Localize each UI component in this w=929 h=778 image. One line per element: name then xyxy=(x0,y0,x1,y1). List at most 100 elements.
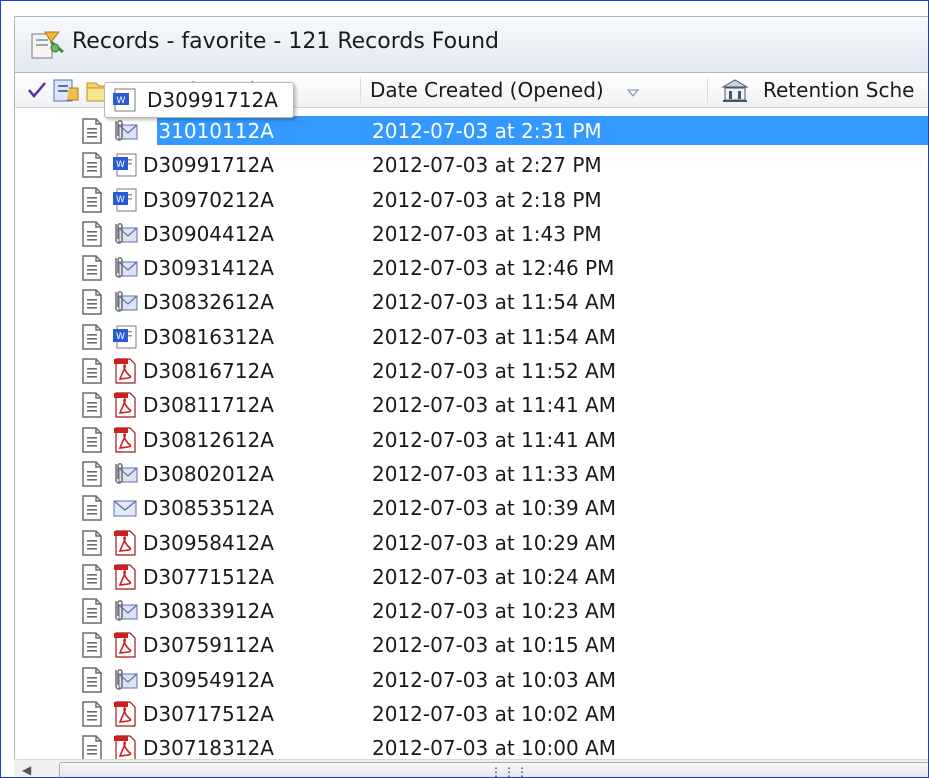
record-number-cell: D30812612A xyxy=(143,427,274,452)
pdf-icon xyxy=(114,529,136,556)
column-separator[interactable] xyxy=(360,77,361,103)
record-document-icon xyxy=(82,324,102,350)
record-number-cell: D30832612A xyxy=(143,290,274,315)
table-row[interactable]: D30853512A 2012-07-03 at 10:39 AM xyxy=(15,492,928,526)
record-document-icon xyxy=(82,667,102,693)
tooltip-text: D30991712A xyxy=(147,88,278,112)
table-row[interactable]: D30802012A 2012-07-03 at 11:33 AM xyxy=(15,458,928,492)
column-separator[interactable] xyxy=(707,77,708,103)
date-created-cell: 2012-07-03 at 11:41 AM xyxy=(372,393,616,418)
email-attachment-icon xyxy=(115,257,138,278)
record-number-cell: D31010112A xyxy=(143,119,274,143)
window-title: Records - favorite - 121 Records Found xyxy=(72,29,499,54)
pdf-icon xyxy=(114,427,136,453)
email-icon xyxy=(113,500,137,517)
table-row[interactable]: D30816712A 2012-07-03 at 11:52 AM xyxy=(15,355,928,389)
table-row[interactable]: D30771512A 2012-07-03 at 10:24 AM xyxy=(15,561,928,595)
table-row[interactable]: D30811712A 2012-07-03 at 11:41 AM xyxy=(15,389,928,423)
record-number-cell: D30853512A xyxy=(143,496,274,521)
scrollbar-grip-icon: ⋮⋮⋮ xyxy=(490,765,529,778)
date-created-cell: 2012-07-03 at 2:18 PM xyxy=(372,187,602,212)
date-created-cell: 2012-07-03 at 12:46 PM xyxy=(372,256,615,281)
pdf-icon xyxy=(114,564,136,590)
column-header-retention-schedule[interactable]: Retention Sche xyxy=(763,73,914,107)
email-attachment-icon xyxy=(115,668,138,690)
pdf-icon xyxy=(114,392,136,418)
record-document-icon xyxy=(82,358,102,384)
date-created-cell: 2012-07-03 at 11:54 AM xyxy=(372,324,616,349)
date-created-cell: 2012-07-03 at 11:41 AM xyxy=(372,427,616,452)
table-row[interactable]: W D30970212A 2012-07-03 at 2:18 PM xyxy=(15,184,928,218)
table-row[interactable]: D30717512A 2012-07-03 at 10:02 AM xyxy=(15,698,928,732)
date-created-cell: 2012-07-03 at 1:43 PM xyxy=(372,221,602,246)
date-created-cell: 2012-07-03 at 2:31 PM xyxy=(372,119,602,143)
scroll-left-arrow-icon[interactable]: ◀ xyxy=(22,763,31,777)
sort-descending-icon[interactable] xyxy=(627,89,639,97)
record-number-cell: D30759112A xyxy=(143,633,274,658)
pdf-icon xyxy=(114,632,136,659)
scrollbar-thumb[interactable]: ⋮⋮⋮ xyxy=(59,762,928,778)
record-document-icon xyxy=(82,392,102,419)
record-document-icon xyxy=(82,118,102,144)
table-row[interactable]: D30904412A 2012-07-03 at 1:43 PM xyxy=(15,218,928,252)
retention-building-icon[interactable] xyxy=(721,78,749,104)
table-row[interactable]: D31010112A 2012-07-03 at 2:31 PM xyxy=(15,115,928,149)
table-row[interactable]: D30931412A 2012-07-03 at 12:46 PM xyxy=(15,252,928,286)
record-number-cell: D30954912A xyxy=(143,667,274,692)
record-number-cell: D30904412A xyxy=(143,221,274,246)
record-document-icon xyxy=(82,221,102,247)
record-tooltip: W D30991712A xyxy=(104,82,294,118)
table-row[interactable]: W D30991712A 2012-07-03 at 2:27 PM xyxy=(15,149,928,183)
table-row[interactable]: D30958412A 2012-07-03 at 10:29 AM xyxy=(15,527,928,561)
column-header-date-created[interactable]: Date Created (Opened) xyxy=(370,73,604,107)
record-number-cell: D30970212A xyxy=(143,187,274,212)
table-row[interactable]: D30954912A 2012-07-03 at 10:03 AM xyxy=(15,664,928,698)
table-row[interactable]: D30832612A 2012-07-03 at 11:54 AM xyxy=(15,286,928,320)
date-created-cell: 2012-07-03 at 10:39 AM xyxy=(372,496,616,521)
record-number-cell: D30991712A xyxy=(143,153,274,178)
table-row[interactable]: W D30816312A 2012-07-03 at 11:54 AM xyxy=(15,321,928,355)
record-number-cell: D30718312A xyxy=(143,736,274,761)
pdf-icon xyxy=(114,701,136,727)
date-created-cell: 2012-07-03 at 11:33 AM xyxy=(372,461,616,486)
record-number-cell: D30811712A xyxy=(143,393,274,418)
date-created-cell: 2012-07-03 at 10:02 AM xyxy=(372,702,616,727)
table-row[interactable]: D30812612A 2012-07-03 at 11:41 AM xyxy=(15,424,928,458)
word-document-icon: W xyxy=(113,153,137,177)
date-created-cell: 2012-07-03 at 10:29 AM xyxy=(372,530,616,555)
record-document-icon xyxy=(82,564,102,590)
svg-text:W: W xyxy=(116,332,125,342)
pdf-icon xyxy=(114,358,136,384)
record-number-cell: D30833912A xyxy=(143,599,274,624)
records-list[interactable]: Record Number Date Created (Opened) Rete… xyxy=(14,73,928,777)
record-document-icon xyxy=(82,598,102,624)
svg-text:W: W xyxy=(116,195,125,205)
record-number-cell: D30717512A xyxy=(143,702,274,727)
record-document-icon xyxy=(82,426,102,453)
word-document-icon: W xyxy=(113,188,137,212)
record-document-icon xyxy=(82,152,102,179)
date-created-cell: 2012-07-03 at 11:52 AM xyxy=(372,359,616,384)
record-type-column-icon[interactable] xyxy=(51,76,81,104)
email-attachment-icon xyxy=(115,120,138,141)
record-document-icon xyxy=(82,632,102,659)
checkmark-icon[interactable] xyxy=(27,80,47,100)
record-number-cell: D30931412A xyxy=(143,256,274,281)
email-attachment-icon xyxy=(115,600,138,621)
horizontal-scrollbar[interactable]: ◀ ⋮⋮⋮ xyxy=(14,759,928,778)
record-number-cell: D30816312A xyxy=(143,324,274,349)
records-rows: D31010112A 2012-07-03 at 2:31 PM W D3099171… xyxy=(15,115,928,767)
record-document-icon xyxy=(82,461,102,487)
table-row[interactable]: D30833912A 2012-07-03 at 10:23 AM xyxy=(15,595,928,629)
record-document-icon xyxy=(82,186,102,213)
date-created-cell: 2012-07-03 at 2:27 PM xyxy=(372,153,602,178)
record-number-cell: D30771512A xyxy=(143,564,274,589)
date-created-cell: 2012-07-03 at 10:23 AM xyxy=(372,599,616,624)
date-created-cell: 2012-07-03 at 10:03 AM xyxy=(372,667,616,692)
email-attachment-icon xyxy=(115,291,138,313)
record-document-icon xyxy=(82,701,102,727)
svg-text:W: W xyxy=(117,96,126,106)
record-document-icon xyxy=(82,289,102,316)
table-row[interactable]: D30759112A 2012-07-03 at 10:15 AM xyxy=(15,629,928,663)
word-document-icon: W xyxy=(113,88,136,112)
